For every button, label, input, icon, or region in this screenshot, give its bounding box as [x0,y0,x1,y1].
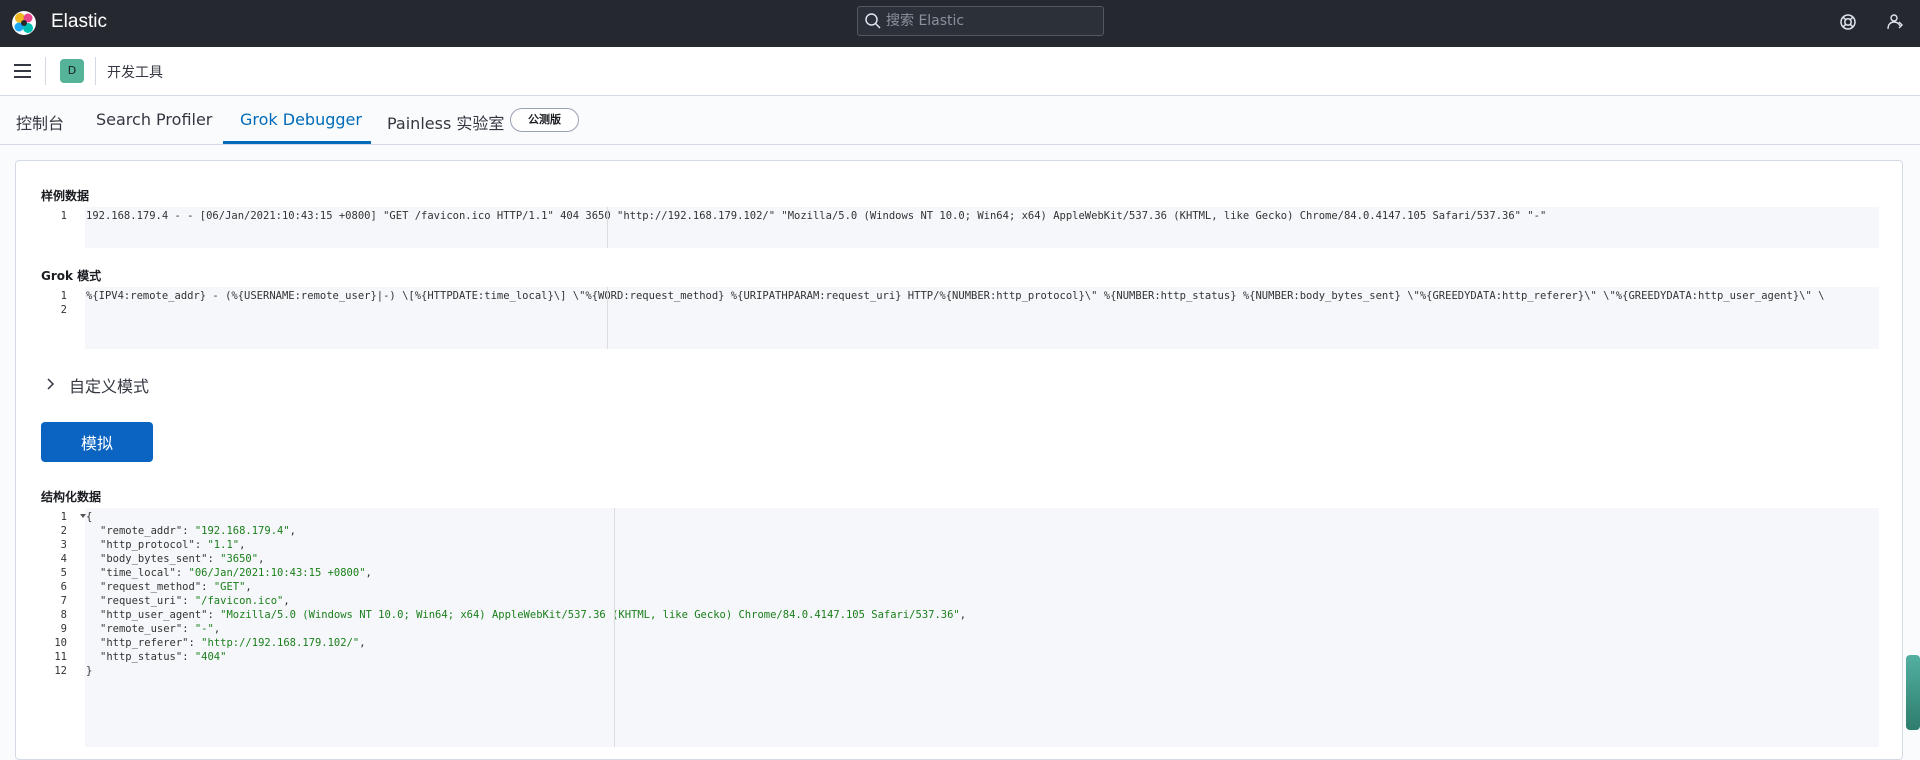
json-line: "request_method": "GET", [100,581,252,593]
structured-data-label: 结构化数据 [41,490,102,504]
json-close-brace: } [86,665,93,677]
json-key: "remote_user" [100,623,183,635]
json-value: "06/Jan/2021:10:43:15 +0800" [188,567,366,579]
json-value: "GET" [213,581,246,593]
json-key: "request_uri" [100,595,183,607]
json-key: "remote_addr" [100,525,183,537]
menu-icon[interactable] [14,64,31,78]
line-number: 12 [54,665,67,677]
json-line: "remote_addr": "192.168.179.4", [100,525,296,537]
elastic-logo-icon[interactable] [11,10,37,36]
line-number: 6 [60,581,67,593]
json-value: "-" [194,623,214,635]
scrollbar-handle[interactable] [1906,655,1920,730]
devtools-tabs: 控制台 Search Profiler Grok Debugger Painle… [0,96,1920,145]
line-number: 1 [60,290,67,302]
chevron-right-icon[interactable] [46,378,56,390]
line-number: 1 [60,511,67,523]
space-avatar[interactable]: D [60,59,84,83]
json-line: "time_local": "06/Jan/2021:10:43:15 +080… [100,567,372,579]
line-number: 2 [60,304,67,316]
json-key: "http_referer" [100,637,189,649]
json-key: "time_local" [100,567,176,579]
json-value: "192.168.179.4" [194,525,290,537]
beta-badge: 公测版 [510,108,579,132]
grok-pattern-label: Grok 模式 [41,269,102,283]
sample-data-editor[interactable]: 1 192.168.179.4 - - [06/Jan/2021:10:43:1… [41,207,1879,248]
grok-pattern-editor[interactable]: 1 2 %{IPV4:remote_addr} - (%{USERNAME:re… [41,287,1879,349]
json-value: "/favicon.ico" [194,595,284,607]
json-value: "3650" [220,553,259,565]
print-margin [607,207,608,248]
json-value: "404" [194,651,227,663]
user-menu-icon[interactable] [1886,13,1904,31]
search-icon [865,13,881,29]
breadcrumb: 开发工具 [107,65,163,81]
line-number: 1 [60,210,67,222]
line-number: 7 [60,595,67,607]
json-line: "http_user_agent": "Mozilla/5.0 (Windows… [100,609,967,621]
line-number: 5 [60,567,67,579]
line-number: 3 [60,539,67,551]
json-value: "http://192.168.179.102/" [201,637,360,649]
breadcrumb-bar: D 开发工具 [0,47,1920,96]
line-number: 11 [54,651,67,663]
active-tab-indicator [223,141,371,144]
sample-data-line: 192.168.179.4 - - [06/Jan/2021:10:43:15 … [86,210,1547,222]
grok-pattern-line: %{IPV4:remote_addr} - (%{USERNAME:remote… [86,290,1825,302]
divider [95,57,96,85]
tab-console[interactable]: 控制台 [16,110,64,134]
json-key: "body_bytes_sent" [100,553,208,565]
json-key: "http_user_agent" [100,609,208,621]
line-number: 2 [60,525,67,537]
print-margin [614,508,615,747]
json-value: "Mozilla/5.0 (Windows NT 10.0; Win64; x6… [220,609,960,621]
json-key: "request_method" [100,581,202,593]
json-line: "http_referer": "http://192.168.179.102/… [100,637,366,649]
print-margin [607,287,608,349]
top-header: Elastic [0,0,1920,47]
sample-data-label: 样例数据 [41,189,90,203]
global-search[interactable] [857,6,1104,36]
search-input[interactable] [886,11,1091,31]
tab-search-profiler[interactable]: Search Profiler [96,110,212,129]
json-line: "body_bytes_sent": "3650", [100,553,265,565]
structured-data-output[interactable]: 1 2 3 4 5 6 7 8 9 10 11 12 { "remote_add… [41,508,1879,747]
help-icon[interactable] [1839,13,1857,31]
line-number: 10 [54,637,67,649]
json-line: "http_protocol": "1.1", [100,539,246,551]
json-key: "http_protocol" [100,539,195,551]
tab-grok-debugger[interactable]: Grok Debugger [240,110,362,129]
custom-patterns-toggle[interactable]: 自定义模式 [69,373,149,397]
json-line: "remote_user": "-", [100,623,221,635]
json-line: "http_status": "404" [100,651,227,663]
line-number: 4 [60,553,67,565]
json-value: "1.1" [207,539,240,551]
tab-painless-lab[interactable]: Painless 实验室 [387,110,504,134]
json-open-brace: { [86,511,93,523]
editor-gutter: 1 [41,207,85,248]
editor-gutter: 1 2 [41,287,85,349]
brand-title[interactable]: Elastic [51,11,107,33]
json-key: "http_status" [100,651,183,663]
simulate-button[interactable]: 模拟 [41,422,153,462]
line-number: 9 [60,623,67,635]
json-line: "request_uri": "/favicon.ico", [100,595,290,607]
line-number: 8 [60,609,67,621]
editor-gutter: 1 2 3 4 5 6 7 8 9 10 11 12 [41,508,86,747]
divider [45,57,46,85]
